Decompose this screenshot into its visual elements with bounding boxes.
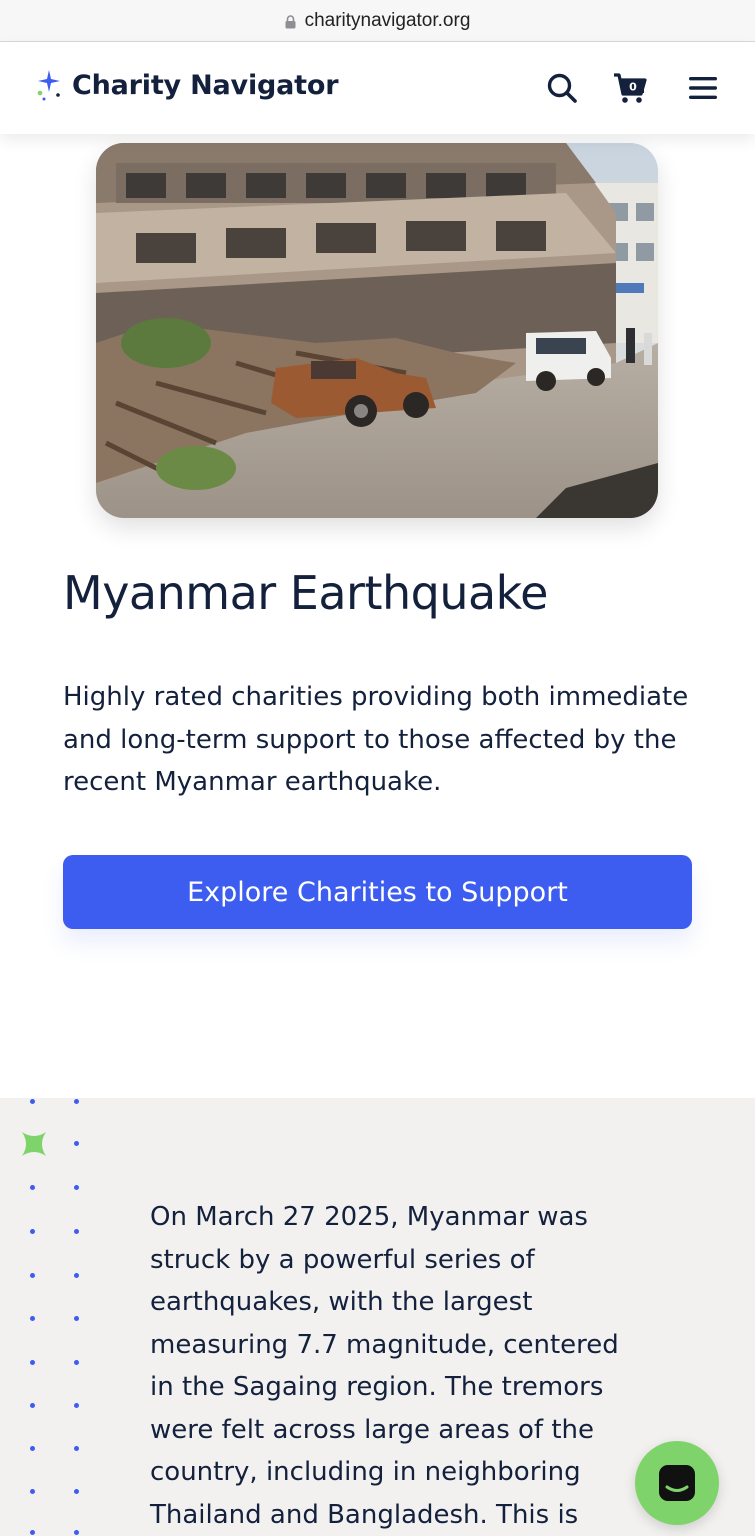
dot bbox=[30, 1185, 35, 1190]
site-header: Charity Navigator 0 bbox=[0, 42, 755, 134]
sparkle-decoration-icon bbox=[22, 1132, 46, 1156]
logo-sparkle-icon bbox=[37, 70, 60, 101]
cart-count: 0 bbox=[629, 81, 637, 94]
earthquake-damage-photo bbox=[96, 143, 658, 518]
menu-icon bbox=[689, 77, 717, 99]
dot bbox=[74, 1273, 79, 1278]
dot bbox=[74, 1229, 79, 1234]
cart-icon: 0 bbox=[614, 73, 647, 103]
dot bbox=[30, 1099, 35, 1104]
dot bbox=[30, 1489, 35, 1494]
search-button[interactable] bbox=[542, 68, 582, 108]
dot bbox=[30, 1530, 35, 1535]
dot bbox=[30, 1403, 35, 1408]
url-text: charitynavigator.org bbox=[304, 9, 471, 31]
brand-name: Charity Navigator bbox=[72, 69, 339, 101]
search-icon bbox=[547, 73, 577, 103]
dot bbox=[30, 1316, 35, 1321]
lock-icon bbox=[285, 14, 296, 28]
dot bbox=[30, 1360, 35, 1365]
hero-image bbox=[96, 143, 658, 518]
dot bbox=[30, 1273, 35, 1278]
page-title: Myanmar Earthquake bbox=[63, 566, 548, 620]
dot bbox=[74, 1316, 79, 1321]
dot bbox=[74, 1185, 79, 1190]
chat-button[interactable] bbox=[635, 1441, 719, 1525]
dot bbox=[30, 1446, 35, 1451]
menu-button[interactable] bbox=[683, 68, 723, 108]
dot bbox=[74, 1446, 79, 1451]
dot bbox=[74, 1530, 79, 1535]
dot bbox=[74, 1099, 79, 1104]
explore-charities-button[interactable]: Explore Charities to Support bbox=[63, 855, 692, 929]
section-body-text: On March 27 2025, Myanmar was struck by … bbox=[150, 1202, 619, 1530]
browser-url-bar[interactable]: charitynavigator.org bbox=[0, 0, 755, 42]
page-description: Highly rated charities providing both im… bbox=[63, 682, 689, 797]
dot bbox=[30, 1229, 35, 1234]
dot bbox=[74, 1141, 79, 1146]
brand-logo-link[interactable]: Charity Navigator bbox=[34, 68, 339, 102]
dot bbox=[74, 1403, 79, 1408]
dot bbox=[74, 1360, 79, 1365]
cart-button[interactable]: 0 bbox=[610, 68, 650, 108]
chat-icon bbox=[659, 1465, 695, 1501]
dot bbox=[74, 1489, 79, 1494]
